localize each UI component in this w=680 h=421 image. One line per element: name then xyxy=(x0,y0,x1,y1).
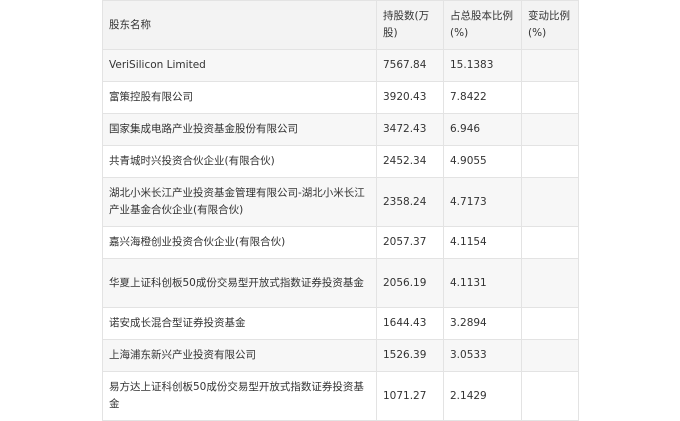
cell-shares: 1071.27 xyxy=(376,371,444,421)
cell-share-ratio: 15.1383 xyxy=(443,49,522,82)
cell-share-ratio: 4.1131 xyxy=(443,258,522,308)
cell-shares: 1526.39 xyxy=(376,339,444,372)
table-row: 共青城时兴投资合伙企业(有限合伙) 2452.34 4.9055 xyxy=(102,145,579,178)
cell-shareholder-name: 湖北小米长江产业投资基金管理有限公司-湖北小米长江产业基金合伙企业(有限合伙) xyxy=(102,177,377,227)
cell-change-ratio xyxy=(521,113,579,146)
table-row: 富策控股有限公司 3920.43 7.8422 xyxy=(102,81,579,114)
header-share-ratio: 占总股本比例(%) xyxy=(443,0,522,50)
shareholders-table: 股东名称 持股数(万股) 占总股本比例(%) 变动比例(%) VeriSilic… xyxy=(102,0,579,421)
header-shareholder-name: 股东名称 xyxy=(102,0,377,50)
cell-shares: 2057.37 xyxy=(376,226,444,259)
table-row: 易方达上证科创板50成份交易型开放式指数证券投资基金 1071.27 2.142… xyxy=(102,371,579,421)
table-row: 上海浦东新兴产业投资有限公司 1526.39 3.0533 xyxy=(102,339,579,372)
header-change-ratio: 变动比例(%) xyxy=(521,0,579,50)
table-header-row: 股东名称 持股数(万股) 占总股本比例(%) 变动比例(%) xyxy=(102,0,579,50)
cell-shares: 1644.43 xyxy=(376,307,444,340)
cell-shares: 2056.19 xyxy=(376,258,444,308)
cell-share-ratio: 6.946 xyxy=(443,113,522,146)
cell-shares: 7567.84 xyxy=(376,49,444,82)
cell-shareholder-name: 国家集成电路产业投资基金股份有限公司 xyxy=(102,113,377,146)
cell-shares: 3920.43 xyxy=(376,81,444,114)
cell-share-ratio: 4.1154 xyxy=(443,226,522,259)
cell-share-ratio: 2.1429 xyxy=(443,371,522,421)
cell-change-ratio xyxy=(521,226,579,259)
cell-change-ratio xyxy=(521,49,579,82)
cell-shares: 2452.34 xyxy=(376,145,444,178)
cell-share-ratio: 4.9055 xyxy=(443,145,522,178)
cell-change-ratio xyxy=(521,258,579,308)
cell-shareholder-name: 共青城时兴投资合伙企业(有限合伙) xyxy=(102,145,377,178)
table-row: VeriSilicon Limited 7567.84 15.1383 xyxy=(102,49,579,82)
table-row: 华夏上证科创板50成份交易型开放式指数证券投资基金 2056.19 4.1131 xyxy=(102,258,579,308)
table-row: 嘉兴海橙创业投资合伙企业(有限合伙) 2057.37 4.1154 xyxy=(102,226,579,259)
shareholders-table-container: 股东名称 持股数(万股) 占总股本比例(%) 变动比例(%) VeriSilic… xyxy=(102,0,579,421)
cell-shares: 3472.43 xyxy=(376,113,444,146)
cell-change-ratio xyxy=(521,81,579,114)
cell-shareholder-name: VeriSilicon Limited xyxy=(102,49,377,82)
cell-share-ratio: 3.2894 xyxy=(443,307,522,340)
table-row: 国家集成电路产业投资基金股份有限公司 3472.43 6.946 xyxy=(102,113,579,146)
table-row: 诺安成长混合型证券投资基金 1644.43 3.2894 xyxy=(102,307,579,340)
cell-shareholder-name: 上海浦东新兴产业投资有限公司 xyxy=(102,339,377,372)
cell-change-ratio xyxy=(521,145,579,178)
cell-change-ratio xyxy=(521,177,579,227)
cell-share-ratio: 4.7173 xyxy=(443,177,522,227)
cell-share-ratio: 7.8422 xyxy=(443,81,522,114)
cell-shareholder-name: 嘉兴海橙创业投资合伙企业(有限合伙) xyxy=(102,226,377,259)
cell-shares: 2358.24 xyxy=(376,177,444,227)
cell-shareholder-name: 诺安成长混合型证券投资基金 xyxy=(102,307,377,340)
cell-shareholder-name: 华夏上证科创板50成份交易型开放式指数证券投资基金 xyxy=(102,258,377,308)
table-row: 湖北小米长江产业投资基金管理有限公司-湖北小米长江产业基金合伙企业(有限合伙) … xyxy=(102,177,579,227)
cell-change-ratio xyxy=(521,339,579,372)
cell-shareholder-name: 富策控股有限公司 xyxy=(102,81,377,114)
header-shares: 持股数(万股) xyxy=(376,0,444,50)
cell-shareholder-name: 易方达上证科创板50成份交易型开放式指数证券投资基金 xyxy=(102,371,377,421)
cell-change-ratio xyxy=(521,307,579,340)
cell-change-ratio xyxy=(521,371,579,421)
cell-share-ratio: 3.0533 xyxy=(443,339,522,372)
